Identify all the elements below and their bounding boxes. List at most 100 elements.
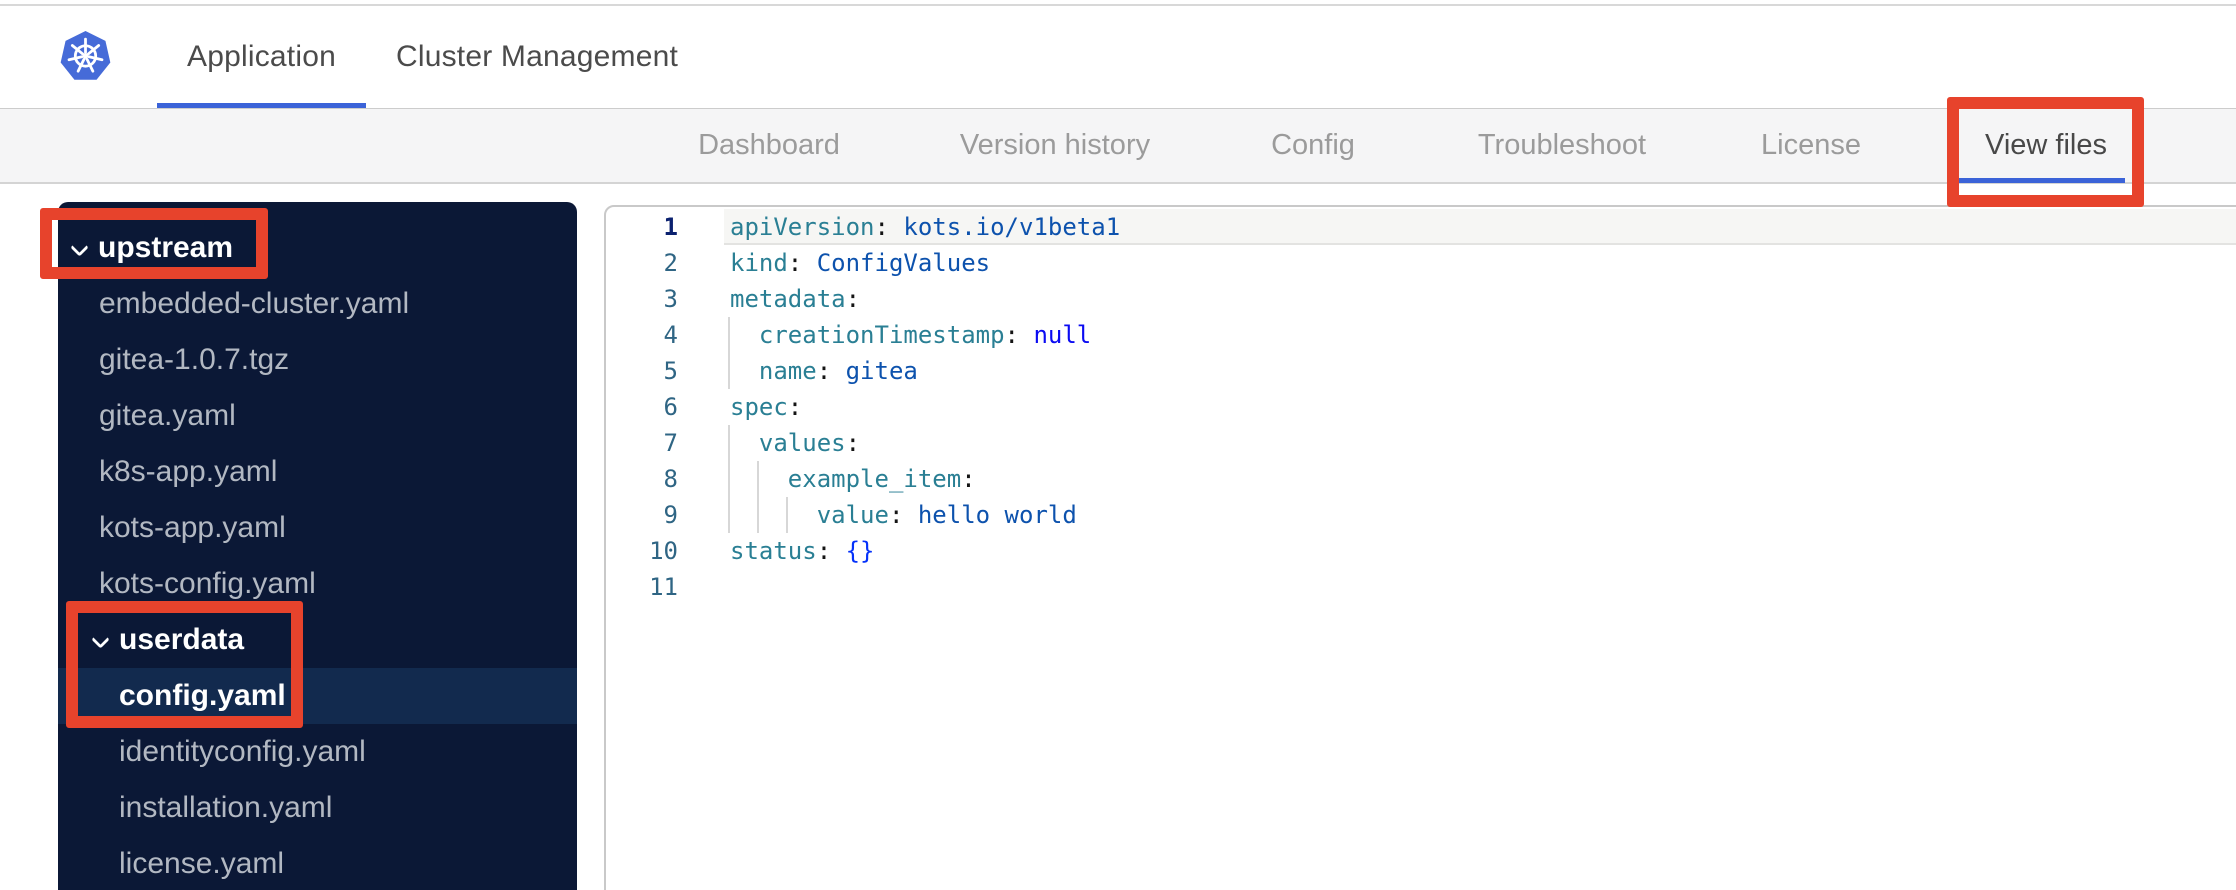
code-token-value: kots.io/v1beta1: [888, 213, 1121, 241]
code-token-key: name: [758, 357, 817, 385]
code-line-11[interactable]: 11: [606, 569, 2236, 605]
code-line-content: spec:: [730, 393, 802, 421]
tree-file-label: k8s-app.yaml: [99, 455, 278, 488]
code-editor[interactable]: 1 apiVersion: kots.io/v1beta1 2 kind: Confi…: [606, 209, 2236, 605]
active-subnav-underline: [1958, 178, 2125, 183]
code-line-3[interactable]: 3 metadata:: [606, 281, 2236, 317]
code-token-key: value: [816, 501, 889, 529]
tree-file-label: kots-config.yaml: [99, 567, 316, 600]
code-token-key: spec: [730, 393, 788, 421]
tree-item-identityconfig-yaml[interactable]: identityconfig.yaml: [58, 724, 577, 780]
chevron-down-icon: [70, 242, 89, 255]
code-token-value: gitea: [831, 357, 918, 385]
code-token-punct: :: [1004, 321, 1019, 349]
line-number: 1: [663, 213, 678, 241]
tree-item-k8s-app-yaml[interactable]: k8s-app.yaml: [58, 444, 577, 500]
tree-folder-label: upstream: [98, 231, 234, 264]
subnav-item-dashboard[interactable]: Dashboard: [698, 109, 840, 182]
file-tree-sidebar: upstream embedded-cluster.yaml gitea-1.0.7…: [58, 202, 577, 890]
file-editor-panel[interactable]: 1 apiVersion: kots.io/v1beta1 2 kind: Confi…: [604, 205, 2236, 890]
tree-file-label: license.yaml: [119, 847, 285, 880]
tree-item-kots-config-yaml[interactable]: kots-config.yaml: [58, 556, 577, 612]
tree-file-label: kots-app.yaml: [99, 511, 286, 544]
code-token-key: values: [758, 429, 846, 457]
header-tab-application[interactable]: Application: [157, 6, 366, 108]
header-tab-cluster-management[interactable]: Cluster Management: [366, 6, 708, 108]
tree-file-label: embedded-cluster.yaml: [99, 287, 410, 320]
header-tab-label: Cluster Management: [395, 40, 679, 73]
line-number: 7: [663, 429, 678, 457]
tree-file-label: identityconfig.yaml: [119, 735, 366, 768]
code-token-punct: :: [845, 285, 861, 313]
code-line-content: apiVersion: kots.io/v1beta1: [730, 213, 1120, 241]
header-tab-label: Application: [187, 40, 336, 73]
code-line-7[interactable]: 7 values:: [606, 425, 2236, 461]
code-line-8[interactable]: 8 example_item:: [606, 461, 2236, 497]
code-token-punct: :: [874, 213, 889, 241]
code-token-key: apiVersion: [730, 213, 875, 241]
line-number: 4: [663, 321, 678, 349]
code-line-content: value: hello world: [730, 501, 1077, 529]
tree-file-label: gitea.yaml: [99, 399, 236, 432]
code-token-bracket: {}: [831, 537, 875, 565]
line-number: 10: [649, 537, 678, 565]
line-number: 6: [663, 393, 678, 421]
line-number: 5: [663, 357, 678, 385]
subnav-item-label: Troubleshoot: [1477, 129, 1647, 161]
tree-item-userdata[interactable]: userdata: [58, 612, 577, 668]
line-number: 9: [663, 501, 678, 529]
code-line-content: values:: [730, 429, 860, 457]
code-line-content: status: {}: [730, 537, 875, 565]
subnav-item-label: Config: [1271, 129, 1355, 161]
tree-item-embedded-cluster-yaml[interactable]: embedded-cluster.yaml: [58, 276, 577, 332]
line-number: 3: [663, 285, 678, 313]
code-line-9[interactable]: 9 value: hello world: [606, 497, 2236, 533]
kubernetes-logo-icon: [60, 30, 111, 80]
code-line-content: metadata:: [730, 285, 860, 313]
line-number: 11: [649, 573, 678, 601]
line-number: 8: [663, 465, 678, 493]
subnav-item-config[interactable]: Config: [1271, 109, 1355, 182]
code-token-value: hello world: [903, 501, 1077, 529]
tree-item-installation-yaml[interactable]: installation.yaml: [58, 780, 577, 836]
subnav-item-license[interactable]: License: [1761, 109, 1861, 182]
tree-folder-label: userdata: [119, 623, 245, 656]
code-token-null: null: [1019, 321, 1092, 349]
tree-item-gitea-1-0-7-tgz[interactable]: gitea-1.0.7.tgz: [58, 332, 577, 388]
tree-item-kots-app-yaml[interactable]: kots-app.yaml: [58, 500, 577, 556]
subnav-item-label: Version history: [959, 129, 1151, 161]
tree-item-license-yaml[interactable]: license.yaml: [58, 836, 577, 890]
tree-file-label: config.yaml: [119, 679, 286, 712]
code-token-key: kind: [730, 249, 788, 277]
tree-item-upstream[interactable]: upstream: [58, 220, 577, 276]
tree-item-config-yaml[interactable]: config.yaml: [58, 668, 577, 724]
tree-file-label: gitea-1.0.7.tgz: [99, 343, 290, 376]
code-line-4[interactable]: 4 creationTimestamp: null: [606, 317, 2236, 353]
code-line-5[interactable]: 5 name: gitea: [606, 353, 2236, 389]
tree-item-gitea-yaml[interactable]: gitea.yaml: [58, 388, 577, 444]
line-number: 2: [663, 249, 678, 277]
code-token-value: ConfigValues: [802, 249, 991, 277]
code-line-1[interactable]: 1 apiVersion: kots.io/v1beta1: [606, 209, 2236, 245]
app-subnav: Dashboard Version history Config Troublesho…: [0, 108, 2236, 184]
subnav-item-label: View files: [1985, 129, 2107, 161]
code-token-punct: :: [961, 465, 976, 493]
subnav-item-troubleshoot[interactable]: Troubleshoot: [1478, 109, 1646, 182]
app-header: Application Cluster Management: [0, 6, 2236, 108]
code-line-content: name: gitea: [730, 357, 918, 385]
subnav-item-version-history[interactable]: Version history: [960, 109, 1150, 182]
code-token-key: status: [730, 537, 817, 565]
header-tab-bar: Application Cluster Management: [157, 6, 708, 108]
subnav-item-view-files[interactable]: View files: [1985, 109, 2107, 182]
code-token-punct: :: [845, 429, 861, 457]
code-line-6[interactable]: 6 spec:: [606, 389, 2236, 425]
code-token-punct: :: [816, 357, 832, 385]
code-line-content: example_item:: [730, 465, 976, 493]
subnav-item-label: Dashboard: [698, 129, 840, 161]
code-line-content: creationTimestamp: null: [730, 321, 1091, 349]
code-line-10[interactable]: 10 status: {}: [606, 533, 2236, 569]
code-line-2[interactable]: 2 kind: ConfigValues: [606, 245, 2236, 281]
